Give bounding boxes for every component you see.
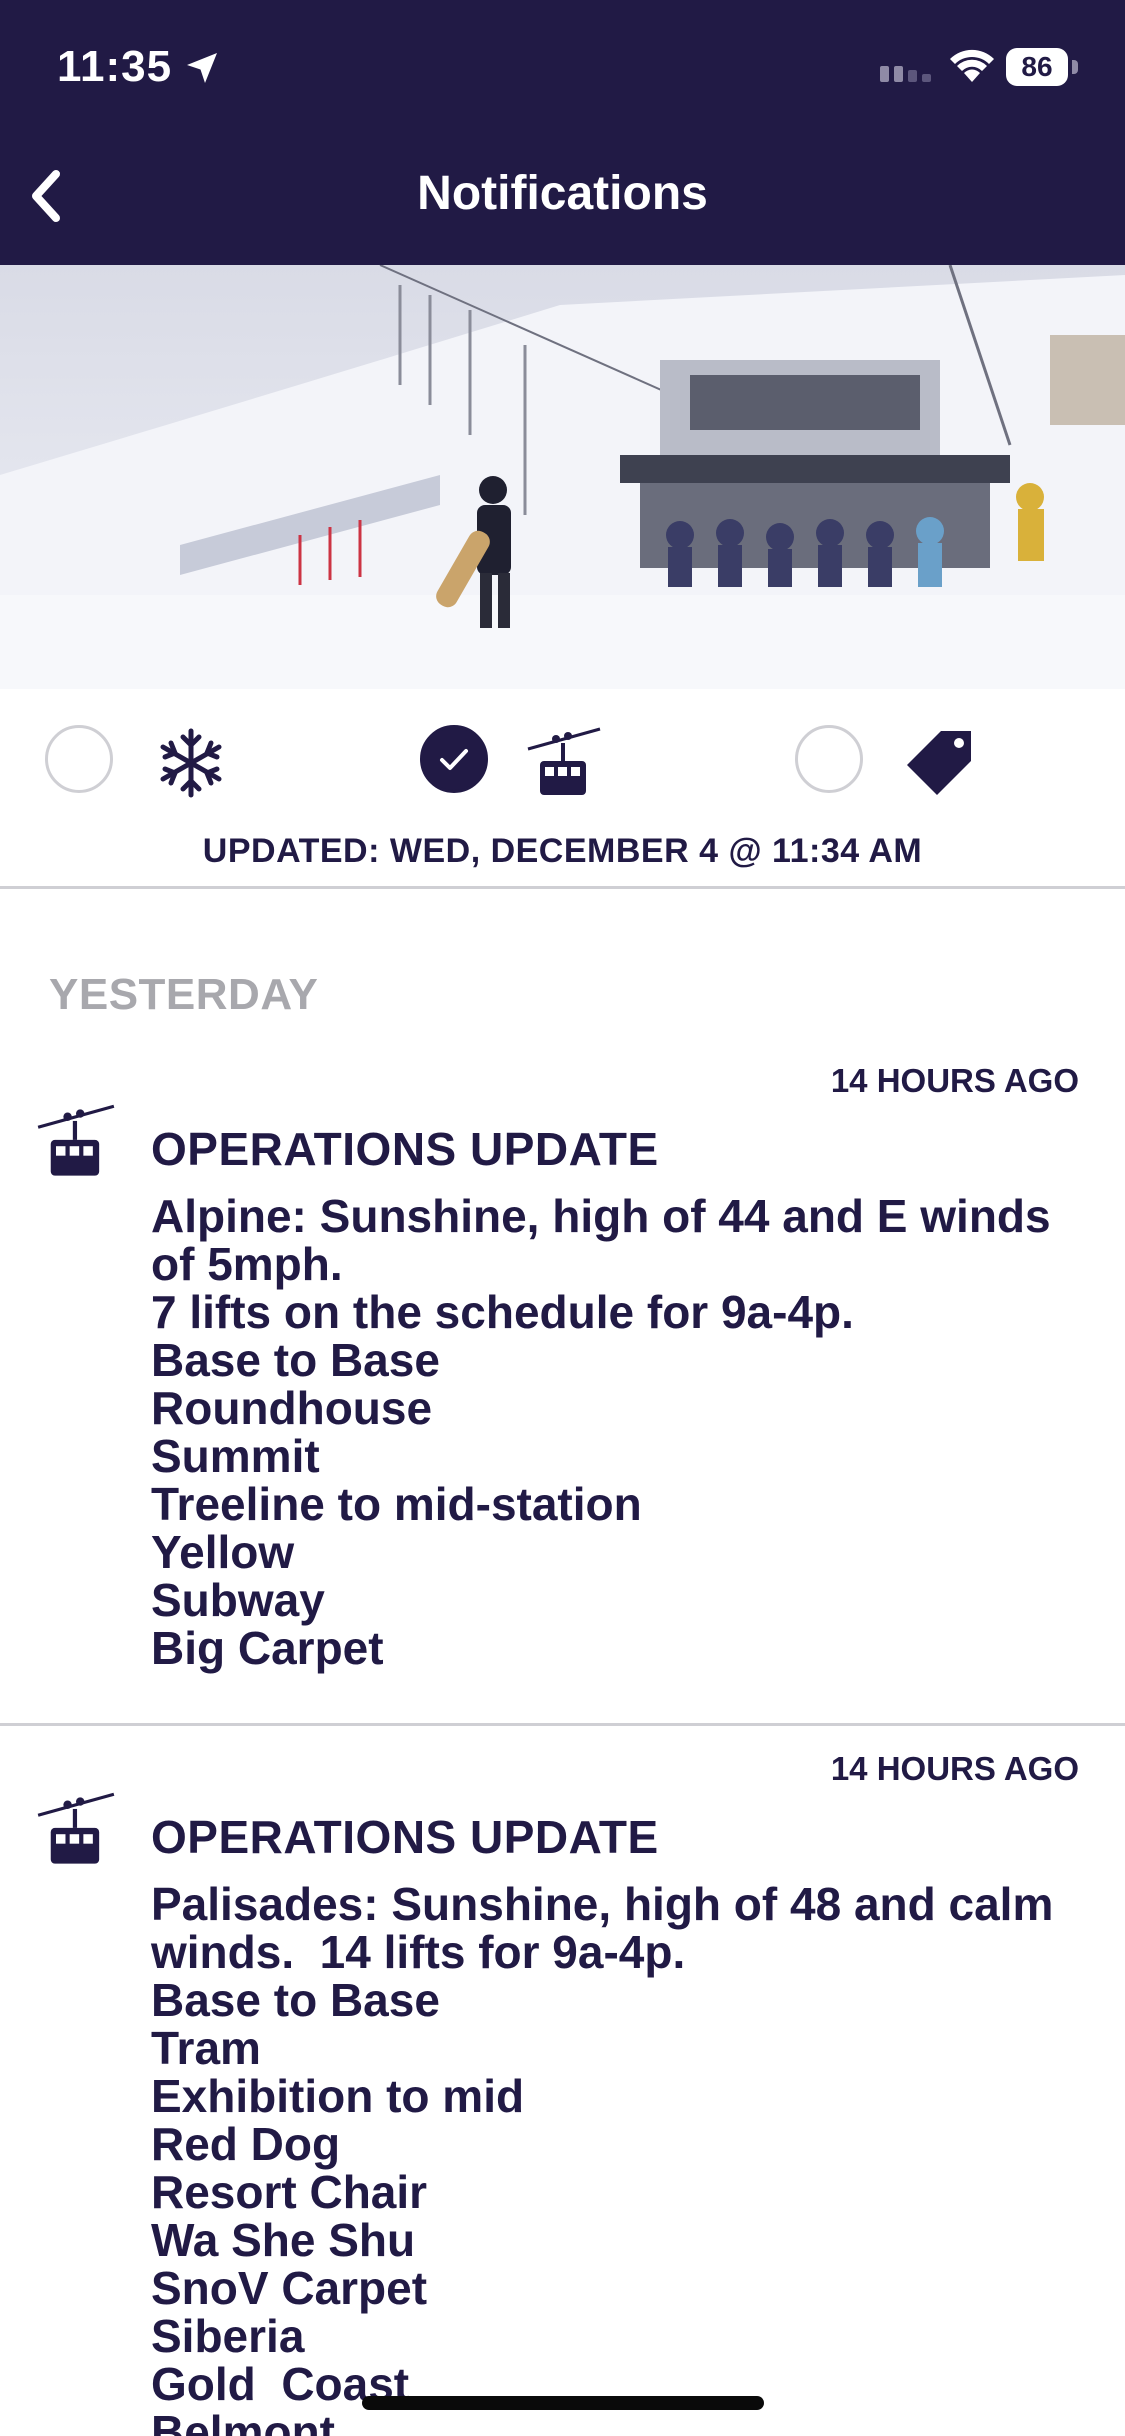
cellular-signal-icon xyxy=(880,66,931,82)
updated-timestamp: UPDATED: WED, DECEMBER 4 @ 11:34 AM xyxy=(202,832,923,870)
divider xyxy=(0,886,1125,889)
battery-cap xyxy=(1072,60,1078,74)
notification-title: OPERATIONS UPDATE xyxy=(151,1811,659,1863)
gondola-icon xyxy=(527,727,601,795)
tag-icon xyxy=(907,731,971,795)
notification-line: Alpine: Sunshine, high of 44 and E winds xyxy=(151,1190,1051,1242)
notification-line: 7 lifts on the schedule for 9a-4p. xyxy=(151,1286,854,1338)
notification-item[interactable]: 14 HOURS AGO OPERATIONS UPDATE Palisades… xyxy=(0,1750,1125,2436)
notification-time: 14 HOURS AGO xyxy=(830,1750,1079,1787)
notification-body: Palisades: Sunshine, high of 48 and calm… xyxy=(151,1880,1091,2436)
notification-line: Big Carpet xyxy=(151,1622,384,1674)
filter-row xyxy=(0,689,1125,829)
notification-line: winds. 14 lifts for 9a-4p. xyxy=(151,1926,686,1978)
battery-level: 86 xyxy=(1021,51,1053,82)
checkmark-icon xyxy=(440,749,468,770)
notification-time: 14 HOURS AGO xyxy=(830,1062,1079,1099)
notification-line: Wa She Shu xyxy=(151,2214,416,2266)
notification-line: Belmont xyxy=(151,2406,335,2436)
header-bar: 11:35 86 Notifications xyxy=(0,0,1125,265)
location-arrow-icon xyxy=(187,53,217,83)
page-title: Notifications xyxy=(417,167,708,220)
notification-line: Treeline to mid-station xyxy=(151,1478,642,1530)
ski-lift-scene-image xyxy=(0,265,1125,689)
status-time: 11:35 xyxy=(57,42,173,91)
notification-item[interactable]: 14 HOURS AGO OPERATIONS UPDATE Alpine: S… xyxy=(0,1062,1125,1712)
snowflake-icon xyxy=(160,728,222,798)
notification-line: Tram xyxy=(151,2022,261,2074)
wifi-icon xyxy=(950,49,994,82)
notification-line: of 5mph. xyxy=(151,1238,343,1290)
battery-indicator: 86 xyxy=(1006,48,1084,86)
filter-radio-snow[interactable] xyxy=(45,725,113,793)
notification-line: Base to Base xyxy=(151,1334,440,1386)
notification-line: Base to Base xyxy=(151,1974,440,2026)
filter-radio-lifts[interactable] xyxy=(420,725,488,793)
notification-line: Resort Chair xyxy=(151,2166,428,2218)
notification-body: Alpine: Sunshine, high of 44 and E winds… xyxy=(151,1192,1091,1672)
home-indicator[interactable] xyxy=(362,2396,764,2410)
notification-line: Siberia xyxy=(151,2310,305,2362)
divider xyxy=(0,1723,1125,1726)
notification-title: OPERATIONS UPDATE xyxy=(151,1123,659,1175)
hero-image xyxy=(0,265,1125,689)
gondola-icon xyxy=(37,1104,115,1176)
notification-line: Yellow xyxy=(151,1526,295,1578)
gondola-icon xyxy=(37,1792,115,1864)
notification-line: Exhibition to mid xyxy=(151,2070,525,2122)
notification-line: Palisades: Sunshine, high of 48 and calm xyxy=(151,1878,1054,1930)
notification-line: Red Dog xyxy=(151,2118,341,2170)
filter-radio-deals[interactable] xyxy=(795,725,863,793)
notification-line: SnoV Carpet xyxy=(151,2262,428,2314)
notification-line: Roundhouse xyxy=(151,1382,433,1434)
notification-line: Summit xyxy=(151,1430,320,1482)
notification-line: Subway xyxy=(151,1574,325,1626)
section-heading: YESTERDAY xyxy=(49,970,319,1019)
